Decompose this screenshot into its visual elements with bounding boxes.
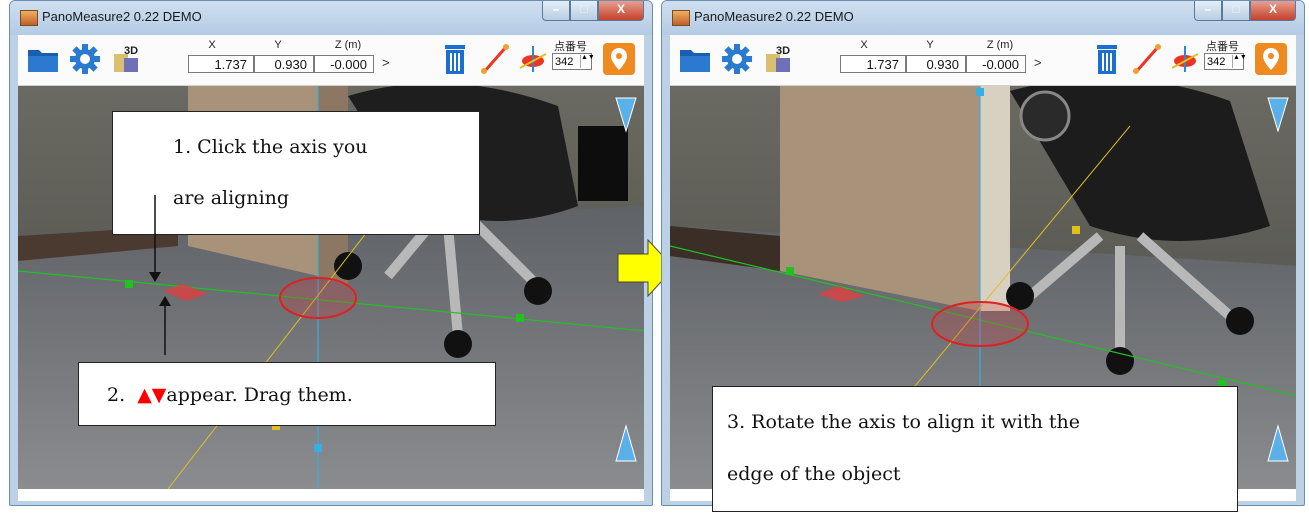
more-button[interactable]: > — [382, 55, 390, 70]
toolbar: 3D X Y Z (m) 1.737 0.930 -0.000 > 点番号 34… — [18, 35, 644, 86]
z-value-field[interactable]: -0.000 — [966, 55, 1026, 73]
step3-callout: 3. Rotate the axis to align it with the … — [712, 386, 1238, 512]
settings-gear-icon[interactable] — [68, 42, 102, 76]
location-pin-icon[interactable] — [1254, 42, 1288, 76]
window-controls: – □ X — [542, 1, 644, 21]
z-label: Z (m) — [334, 39, 362, 51]
axis-align-icon[interactable] — [516, 42, 550, 76]
waste-bin — [578, 126, 628, 201]
title-bar: PanoMeasure2 0.22 DEMO – □ X — [662, 1, 1304, 35]
step1-line2: are aligning — [173, 187, 290, 209]
y-value-field[interactable]: 0.930 — [906, 55, 966, 73]
point-number-stepper[interactable]: 342 ▲▼ — [1204, 53, 1247, 70]
maximize-button[interactable]: □ — [1222, 1, 1250, 21]
measure-line-icon[interactable] — [1130, 42, 1164, 76]
x-value-field[interactable]: 1.737 — [840, 55, 906, 73]
status-bar — [18, 489, 644, 501]
toolbar: 3D X Y Z (m) 1.737 0.930 -0.000 > 点番号 34… — [670, 35, 1296, 86]
x-label: X — [860, 39, 868, 51]
step2-callout: 2. ▲▼appear. Drag them. — [78, 362, 496, 426]
minimize-button[interactable]: – — [1194, 1, 1222, 21]
step2-label: appear. Drag them. — [166, 384, 353, 406]
open-folder-icon[interactable] — [26, 42, 60, 76]
more-button[interactable]: > — [1034, 55, 1042, 70]
measure-line-icon[interactable] — [478, 42, 512, 76]
x-value-field[interactable]: 1.737 — [188, 55, 254, 73]
point-number-value: 342 — [1207, 56, 1226, 68]
app-icon — [672, 10, 690, 26]
x-label: X — [208, 39, 216, 51]
y-label: Y — [926, 39, 934, 51]
minimize-button[interactable]: – — [542, 1, 570, 21]
trash-icon[interactable] — [438, 42, 472, 76]
3d-view-icon[interactable]: 3D — [110, 42, 144, 76]
settings-gear-icon[interactable] — [720, 42, 754, 76]
trash-icon[interactable] — [1090, 42, 1124, 76]
rotation-ring[interactable] — [931, 301, 1029, 347]
app-icon — [20, 10, 38, 26]
point-number-label: 点番号 — [554, 41, 587, 53]
rotation-ring[interactable] — [279, 277, 357, 319]
three-d-text: 3D — [776, 45, 790, 57]
step3-line1: 3. Rotate the axis to align it with the — [727, 411, 1081, 433]
app-window-left: PanoMeasure2 0.22 DEMO – □ X 3D X Y Z (m… — [9, 0, 653, 506]
y-label: Y — [274, 39, 282, 51]
window-title: PanoMeasure2 0.22 DEMO — [42, 9, 202, 24]
3d-view-icon[interactable]: 3D — [762, 42, 796, 76]
z-value-field[interactable]: -0.000 — [314, 55, 374, 73]
step2-text: 2. ▲▼appear. Drag them. — [107, 384, 353, 406]
location-pin-icon[interactable] — [602, 42, 636, 76]
step3-line2: edge of the object — [727, 463, 901, 485]
open-folder-icon[interactable] — [678, 42, 712, 76]
point-number-label: 点番号 — [1206, 41, 1239, 53]
close-button[interactable]: X — [1250, 1, 1296, 21]
red-triangles-icon: ▲▼ — [137, 384, 167, 406]
close-button[interactable]: X — [598, 1, 644, 21]
spinner-arrows-icon[interactable]: ▲▼ — [580, 54, 595, 68]
step1-line1: 1. Click the axis you — [173, 136, 368, 158]
axis-align-icon[interactable] — [1168, 42, 1202, 76]
z-label: Z (m) — [986, 39, 1014, 51]
step2-prefix: 2. — [107, 384, 126, 406]
spinner-arrows-icon[interactable]: ▲▼ — [1232, 54, 1247, 68]
three-d-text: 3D — [124, 45, 138, 57]
annotation-arrows — [149, 195, 171, 355]
window-controls: – □ X — [1194, 1, 1296, 21]
window-title: PanoMeasure2 0.22 DEMO — [694, 9, 854, 24]
y-value-field[interactable]: 0.930 — [254, 55, 314, 73]
point-number-stepper[interactable]: 342 ▲▼ — [552, 53, 595, 70]
title-bar: PanoMeasure2 0.22 DEMO – □ X — [10, 1, 652, 35]
maximize-button[interactable]: □ — [570, 1, 598, 21]
point-number-value: 342 — [555, 56, 574, 68]
